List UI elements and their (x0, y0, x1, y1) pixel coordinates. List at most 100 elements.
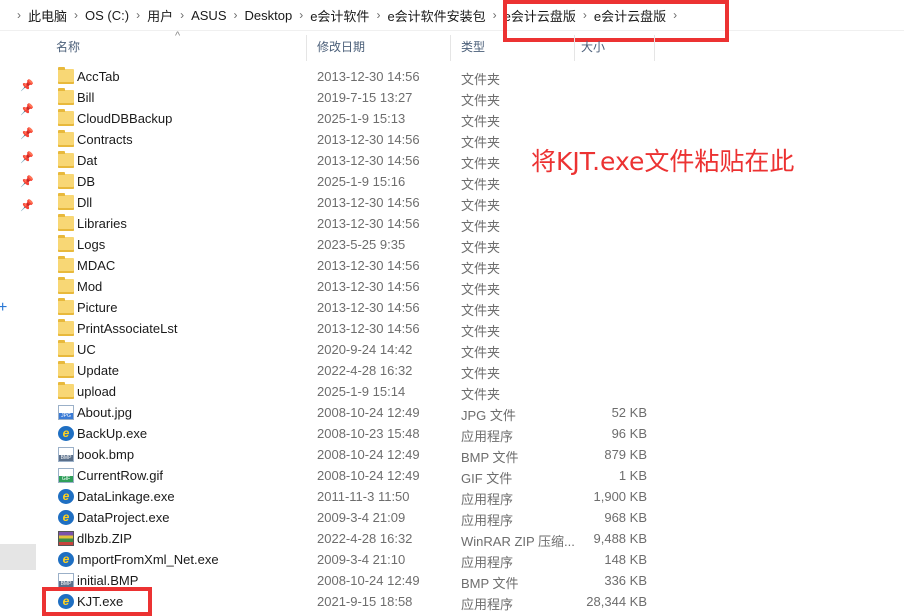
nav-selected-item[interactable] (0, 544, 36, 570)
file-row[interactable]: MDAC 2013-12-30 14:56 文件夹 (40, 255, 904, 276)
file-type: 文件夹 (461, 324, 501, 339)
chevron-right-icon[interactable]: › (576, 8, 594, 22)
breadcrumb-item[interactable]: 此电脑 › (28, 0, 85, 30)
folder-icon (58, 277, 74, 294)
bmp-file-icon: BMP (58, 573, 74, 588)
column-divider[interactable] (306, 35, 307, 61)
file-row[interactable]: Libraries 2013-12-30 14:56 文件夹 (40, 213, 904, 234)
app-e-icon: e (58, 426, 74, 441)
file-row[interactable]: e ImportFromXml_Net.exe 2009-3-4 21:10 应用程序… (40, 549, 904, 570)
column-size-header[interactable]: 大小 (581, 31, 605, 65)
file-type: 文件夹 (461, 261, 501, 276)
file-date: 2023-5-25 9:35 (317, 237, 406, 252)
breadcrumb-item[interactable]: e会计软件安装包 › (387, 0, 503, 30)
file-name: AccTab (77, 69, 120, 84)
file-date: 2011-11-3 11:50 (317, 489, 410, 504)
file-type: 文件夹 (461, 93, 501, 108)
column-header: ^ 名称 修改日期 类型 大小 (40, 30, 904, 65)
file-row[interactable]: Logs 2023-5-25 9:35 文件夹 (40, 234, 904, 255)
pin-icon[interactable]: 📌 (20, 151, 34, 165)
breadcrumb-item[interactable]: Desktop › (245, 0, 311, 30)
file-row[interactable]: e DataLinkage.exe 2011-11-3 11:50 应用程序 1,900… (40, 486, 904, 507)
file-row[interactable]: upload 2025-1-9 15:14 文件夹 (40, 381, 904, 402)
column-divider[interactable] (574, 35, 575, 61)
file-name: Contracts (77, 132, 133, 147)
file-type: GIF 文件 (461, 471, 513, 486)
chevron-right-icon[interactable]: › (227, 8, 245, 22)
file-row[interactable]: Mod 2013-12-30 14:56 文件夹 (40, 276, 904, 297)
file-name: About.jpg (77, 405, 132, 420)
file-row[interactable]: JPG About.jpg 2008-10-24 12:49 JPG 文件 52 KB (40, 402, 904, 423)
chevron-right-icon[interactable]: › (369, 8, 387, 22)
file-row[interactable]: PrintAssociateLst 2013-12-30 14:56 文件夹 (40, 318, 904, 339)
file-type: WinRAR ZIP 压缩... (461, 534, 575, 549)
file-date: 2025-1-9 15:14 (317, 384, 406, 399)
file-name: DataLinkage.exe (77, 489, 175, 504)
file-row[interactable]: e KJT.exe 2021-9-15 18:58 应用程序 28,344 KB (40, 591, 904, 612)
folder-icon (58, 67, 74, 84)
file-row[interactable]: BMP book.bmp 2008-10-24 12:49 BMP 文件 879 KB (40, 444, 904, 465)
file-type: 文件夹 (461, 72, 501, 87)
zip-file-icon (58, 531, 74, 546)
file-type: 应用程序 (461, 555, 514, 570)
file-row[interactable]: AccTab 2013-12-30 14:56 文件夹 (40, 66, 904, 87)
folder-icon (58, 193, 74, 210)
file-type: BMP 文件 (461, 576, 519, 591)
file-name: DB (77, 174, 96, 189)
file-row[interactable]: CloudDBBackup 2025-1-9 15:13 文件夹 (40, 108, 904, 129)
pin-icon[interactable]: 📌 (20, 103, 34, 117)
chevron-right-icon[interactable]: › (10, 8, 28, 22)
chevron-right-icon[interactable]: › (666, 8, 684, 22)
file-name: upload (77, 384, 117, 399)
file-row[interactable]: Dll 2013-12-30 14:56 文件夹 (40, 192, 904, 213)
breadcrumb-item[interactable]: OS (C:) › (85, 0, 147, 30)
file-date: 2019-7-15 13:27 (317, 90, 413, 105)
breadcrumb-item[interactable]: ASUS › (191, 0, 244, 30)
pin-icon[interactable]: 📌 (20, 79, 34, 93)
chevron-right-icon[interactable]: › (67, 8, 85, 22)
file-name: Dll (77, 195, 93, 210)
file-row[interactable]: Bill 2019-7-15 13:27 文件夹 (40, 87, 904, 108)
breadcrumb-item[interactable]: e会计云盘版 › (594, 0, 684, 30)
pin-icon[interactable]: 📌 (20, 175, 34, 189)
column-date-header[interactable]: 修改日期 (317, 31, 365, 65)
file-type: 文件夹 (461, 345, 501, 360)
pin-icon[interactable]: 📌 (20, 199, 34, 213)
column-name-header[interactable]: 名称 (56, 31, 80, 65)
file-name: book.bmp (77, 447, 135, 462)
chevron-right-icon[interactable]: › (292, 8, 310, 22)
file-date: 2013-12-30 14:56 (317, 279, 420, 294)
file-date: 2013-12-30 14:56 (317, 69, 420, 84)
folder-icon (58, 235, 74, 252)
file-date: 2008-10-24 12:49 (317, 447, 420, 462)
file-name: Dat (77, 153, 98, 168)
file-row[interactable]: e BackUp.exe 2008-10-23 15:48 应用程序 96 KB (40, 423, 904, 444)
file-row[interactable]: Picture 2013-12-30 14:56 文件夹 (40, 297, 904, 318)
pin-icon[interactable]: 📌 (20, 127, 34, 141)
breadcrumb-item[interactable]: e会计云盘版 › (504, 0, 594, 30)
chevron-right-icon[interactable]: › (486, 8, 504, 22)
folder-icon (58, 130, 74, 147)
file-row[interactable]: UC 2020-9-24 14:42 文件夹 (40, 339, 904, 360)
file-type: 文件夹 (461, 303, 501, 318)
file-row[interactable]: GIF CurrentRow.gif 2008-10-24 12:49 GIF 文件 1… (40, 465, 904, 486)
folder-icon (58, 361, 74, 378)
column-divider[interactable] (654, 35, 655, 61)
file-date: 2008-10-24 12:49 (317, 405, 420, 420)
column-divider[interactable] (450, 35, 451, 61)
chevron-right-icon[interactable]: › (173, 8, 191, 22)
file-row[interactable]: BMP initial.BMP 2008-10-24 12:49 BMP 文件 336 … (40, 570, 904, 591)
expand-icon[interactable]: + (0, 299, 7, 317)
breadcrumb-item[interactable]: 用户 › (147, 0, 191, 30)
jpg-file-icon: JPG (58, 405, 74, 420)
file-row[interactable]: Update 2022-4-28 16:32 文件夹 (40, 360, 904, 381)
file-row[interactable]: e DataProject.exe 2009-3-4 21:09 应用程序 968 KB (40, 507, 904, 528)
address-bar[interactable]: › 此电脑 › OS (C:) › 用户 › ASUS › Desktop › e会计软件… (0, 0, 904, 31)
chevron-right-icon[interactable]: › (129, 8, 147, 22)
file-type: 应用程序 (461, 492, 514, 507)
breadcrumb-item[interactable]: e会计软件 › (310, 0, 387, 30)
column-type-header[interactable]: 类型 (461, 31, 485, 65)
folder-icon (58, 151, 74, 168)
file-size: 1,900 KB (593, 489, 648, 504)
file-row[interactable]: dlbzb.ZIP 2022-4-28 16:32 WinRAR ZIP 压缩...… (40, 528, 904, 549)
